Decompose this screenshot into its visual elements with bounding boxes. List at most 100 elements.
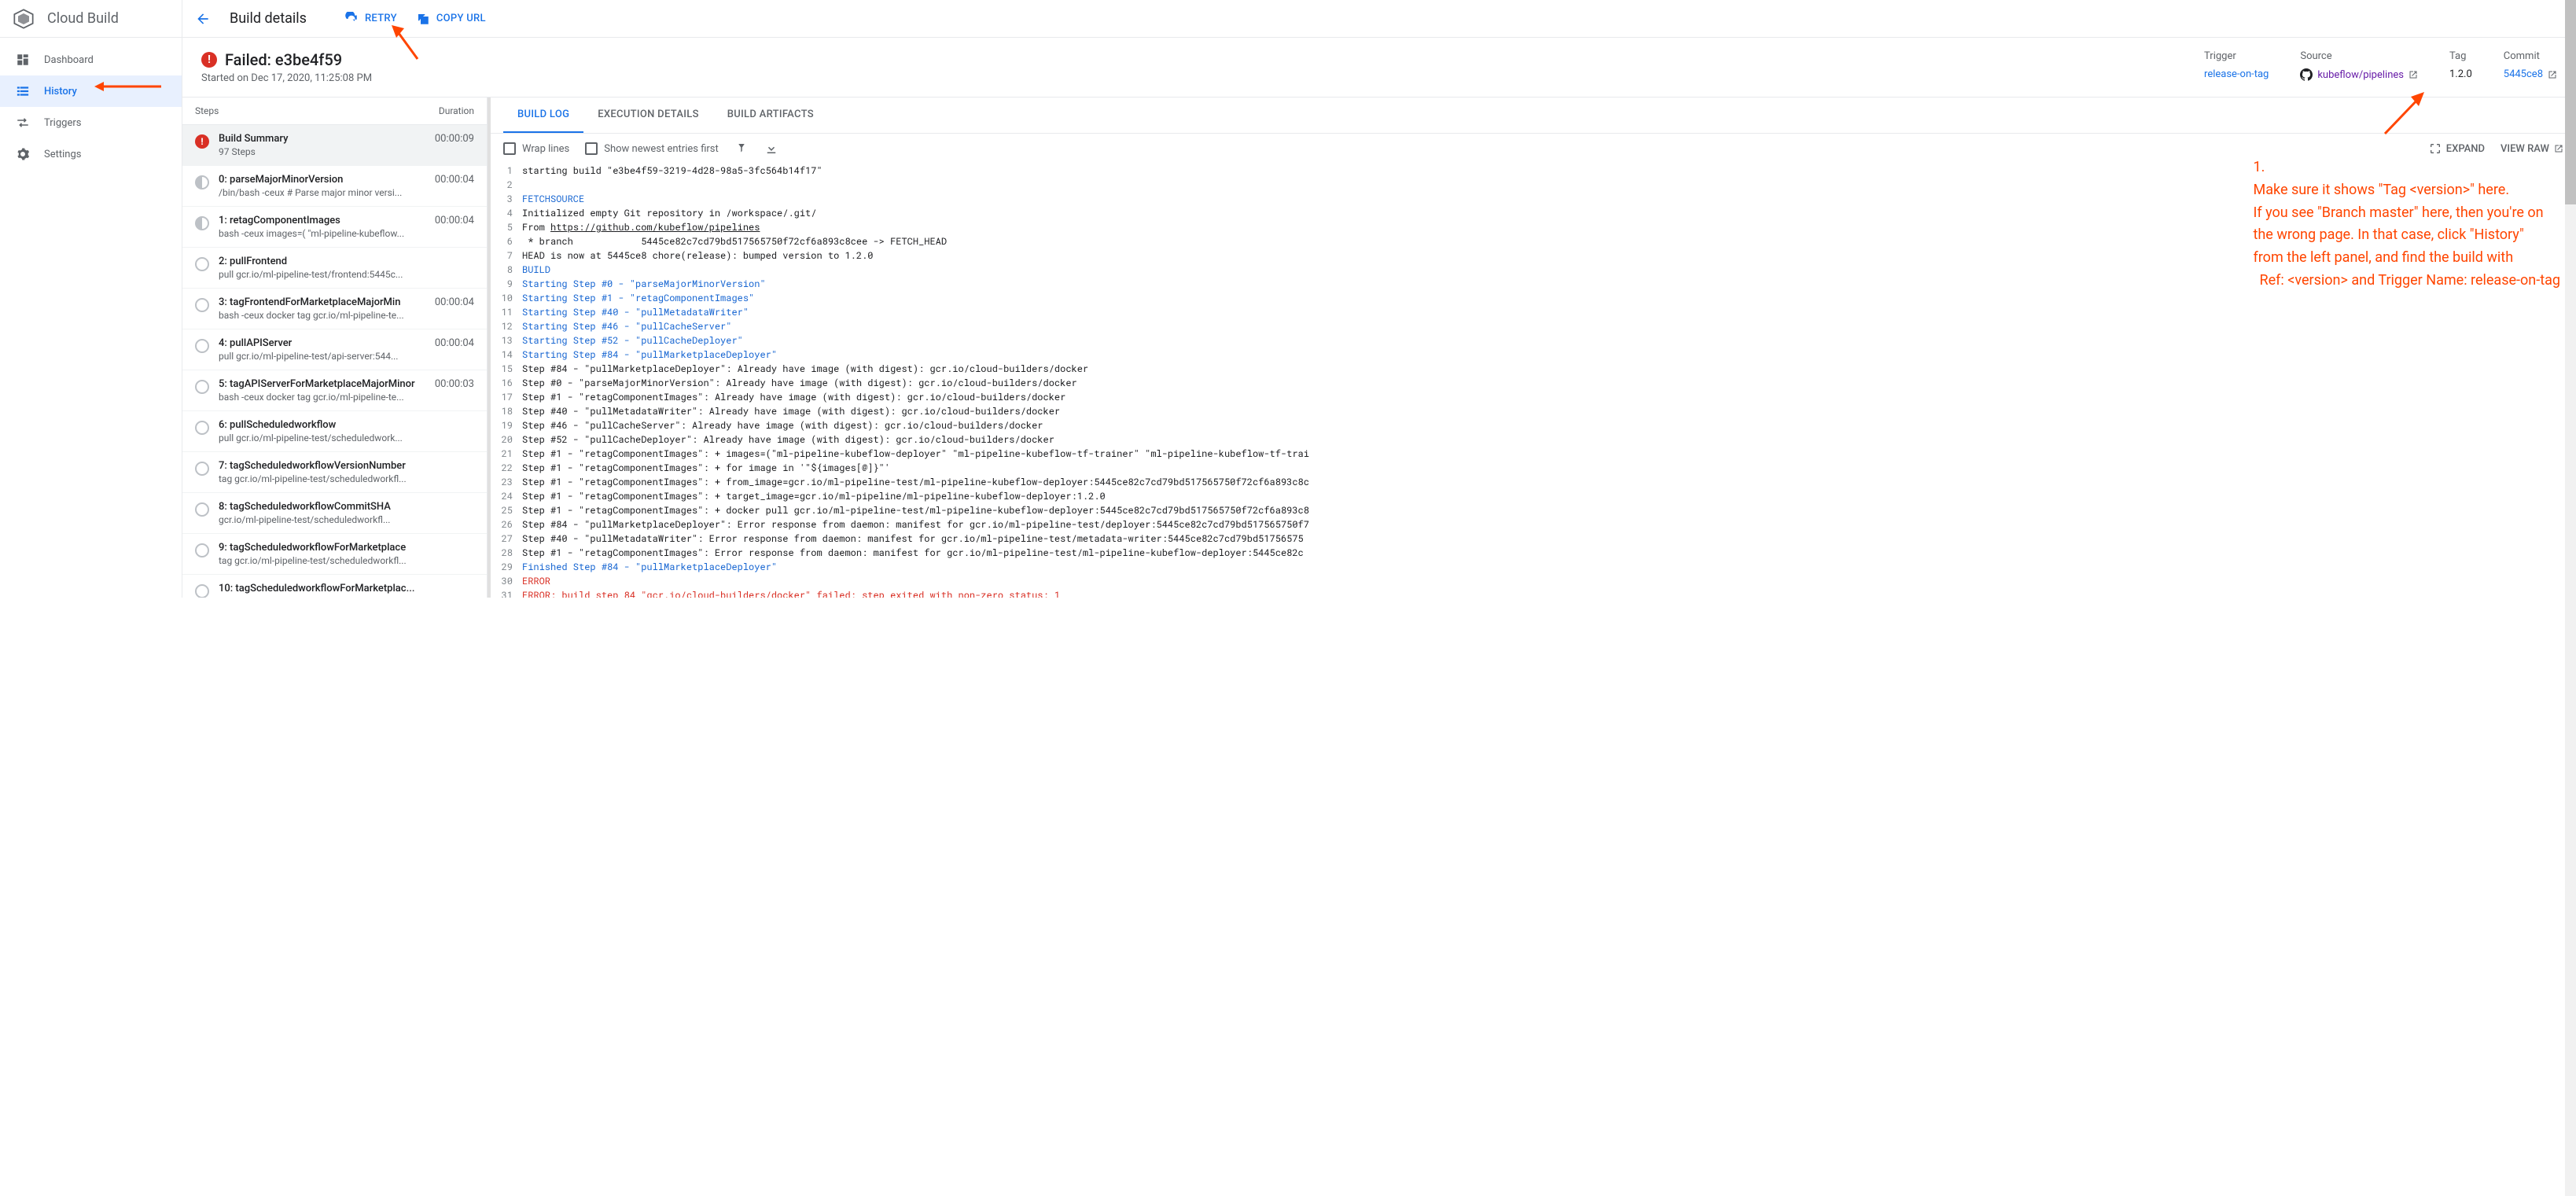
nav-label: Dashboard <box>44 54 94 66</box>
annotation-arrow <box>2381 90 2428 138</box>
build-summary-row[interactable]: ! Build Summary 97 Steps 00:00:09 <box>182 125 487 166</box>
step-row[interactable]: 6: pullScheduledworkflowpull gcr.io/ml-p… <box>182 411 487 452</box>
back-button[interactable] <box>195 11 211 27</box>
nav-settings[interactable]: Settings <box>0 138 182 170</box>
annotation-arrow <box>94 79 165 94</box>
external-icon <box>2554 144 2563 153</box>
step-row[interactable]: 2: pullFrontendpull gcr.io/ml-pipeline-t… <box>182 248 487 289</box>
step-name: 8: tagScheduledworkflowCommitSHA <box>219 501 465 513</box>
line-text: Step #84 - "pullMarketplaceDeployer": Al… <box>522 362 2576 376</box>
step-row[interactable]: 7: tagScheduledworkflowVersionNumbertag … <box>182 452 487 493</box>
build-summary-sub: 97 Steps <box>219 146 425 157</box>
working-icon <box>195 175 209 190</box>
step-row[interactable]: 5: tagAPIServerForMarketplaceMajorMinorb… <box>182 370 487 411</box>
nav-label: History <box>44 86 77 98</box>
status-title: Failed: e3be4f59 <box>225 50 342 69</box>
step-name: 4: pullAPIServer <box>219 337 425 349</box>
tag-label: Tag <box>2449 50 2472 62</box>
meta: Trigger release-on-tag Source kubeflow/p… <box>2204 50 2557 84</box>
log-body[interactable]: 1starting build "e3be4f59-3219-4d28-98a5… <box>491 164 2576 598</box>
summary: ! Failed: e3be4f59 Started on Dec 17, 20… <box>182 38 2576 98</box>
log-line: 17Step #1 - "retagComponentImages": Alre… <box>491 390 2576 404</box>
line-number: 2 <box>491 178 522 192</box>
filter-icon[interactable] <box>734 142 749 156</box>
step-row[interactable]: 1: retagComponentImagesbash -ceux images… <box>182 207 487 248</box>
log-line: 19Step #46 - "pullCacheServer": Already … <box>491 418 2576 432</box>
log-line: 23Step #1 - "retagComponentImages": + fr… <box>491 475 2576 489</box>
line-number: 27 <box>491 532 522 546</box>
trigger-link[interactable]: release-on-tag <box>2204 68 2269 80</box>
pending-icon <box>195 502 209 517</box>
main: Build details RETRY COPY URL ! Failed: e… <box>182 0 2576 598</box>
step-row[interactable]: 10: tagScheduledworkflowForMarketplac...… <box>182 575 487 598</box>
log-line: 14Starting Step #84 - "pullMarketplaceDe… <box>491 348 2576 362</box>
line-text: starting build "e3be4f59-3219-4d28-98a5-… <box>522 164 2576 178</box>
log-line: 28Step #1 - "retagComponentImages": Erro… <box>491 546 2576 560</box>
tab-build-log[interactable]: BUILD LOG <box>503 98 583 133</box>
view-raw-button[interactable]: VIEW RAW <box>2501 143 2563 155</box>
source-link[interactable]: kubeflow/pipelines <box>2317 69 2404 81</box>
tab-build-artifacts[interactable]: BUILD ARTIFACTS <box>713 98 828 133</box>
step-sub: /bin/bash -ceux # Parse major minor vers… <box>219 187 425 198</box>
line-number: 10 <box>491 291 522 305</box>
line-number: 26 <box>491 517 522 532</box>
line-text: Step #40 - "pullMetadataWriter": Error r… <box>522 532 2576 546</box>
step-row[interactable]: 4: pullAPIServer pull gcr.io/ml-pipeline-… <box>182 329 487 370</box>
expand-button[interactable]: EXPAND <box>2429 142 2485 155</box>
line-text: ERROR: build step 84 "gcr.io/cloud-build… <box>522 588 2576 598</box>
log-line: 27Step #40 - "pullMetadataWriter": Error… <box>491 532 2576 546</box>
step-row[interactable]: 8: tagScheduledworkflowCommitSHAgcr.io/m… <box>182 493 487 534</box>
log-line: 31ERROR: build step 84 "gcr.io/cloud-bui… <box>491 588 2576 598</box>
line-text: ERROR <box>522 574 2576 588</box>
nav-dashboard[interactable]: Dashboard <box>0 44 182 75</box>
step-row[interactable]: 0: parseMajorMinorVersion/bin/bash -ceux… <box>182 166 487 207</box>
step-sub: gcr.io/ml-pipeline-test/scheduledworkfl.… <box>219 514 465 525</box>
copy-label: COPY URL <box>436 13 486 24</box>
trigger-label: Trigger <box>2204 50 2269 62</box>
step-sub: bash -ceux docker tag gcr.io/ml-pipeline… <box>219 310 425 321</box>
line-text: From https://github.com/kubeflow/pipelin… <box>522 220 2576 234</box>
wrap-lines-checkbox[interactable]: Wrap lines <box>503 142 569 155</box>
newest-first-checkbox[interactable]: Show newest entries first <box>585 142 719 155</box>
log-line: 29Finished Step #84 - "pullMarketplaceDe… <box>491 560 2576 574</box>
pending-icon <box>195 584 209 598</box>
list-icon <box>16 84 30 98</box>
tab-execution-details[interactable]: EXECUTION DETAILS <box>583 98 712 133</box>
checkbox-icon <box>503 142 516 155</box>
line-number: 11 <box>491 305 522 319</box>
step-name: 9: tagScheduledworkflowForMarketplace <box>219 542 465 554</box>
line-text: BUILD <box>522 263 2576 277</box>
nav-triggers[interactable]: Triggers <box>0 107 182 138</box>
retry-button[interactable]: RETRY <box>344 12 397 26</box>
line-number: 5 <box>491 220 522 234</box>
pending-icon <box>195 543 209 558</box>
copy-url-button[interactable]: COPY URL <box>416 12 486 26</box>
annotation-arrow <box>390 24 421 63</box>
step-sub: pull gcr.io/ml-pipeline-test/api-server:… <box>219 351 425 362</box>
line-text: Step #1 - "retagComponentImages": Alread… <box>522 390 2576 404</box>
commit-label: Commit <box>2504 50 2557 62</box>
pending-icon <box>195 298 209 312</box>
page-title: Build details <box>230 10 307 27</box>
line-number: 16 <box>491 376 522 390</box>
commit-link[interactable]: 5445ce8 <box>2504 68 2543 80</box>
line-text: Starting Step #52 - "pullCacheDeployer" <box>522 333 2576 348</box>
step-row[interactable]: 9: tagScheduledworkflowForMarketplacetag… <box>182 534 487 575</box>
line-number: 6 <box>491 234 522 248</box>
line-text: Step #84 - "pullMarketplaceDeployer": Er… <box>522 517 2576 532</box>
step-sub: pull gcr.io/ml-pipeline-test/frontend:54… <box>219 269 465 280</box>
pending-icon <box>195 421 209 435</box>
step-row[interactable]: 3: tagFrontendForMarketplaceMajorMinbash… <box>182 289 487 329</box>
download-icon[interactable] <box>764 142 778 156</box>
line-number: 17 <box>491 390 522 404</box>
step-sub: tag gcr.io/ml-pipeline-test/scheduledwor… <box>219 473 465 484</box>
line-number: 9 <box>491 277 522 291</box>
line-text: Step #1 - "retagComponentImages": + from… <box>522 475 2576 489</box>
step-name: 0: parseMajorMinorVersion <box>219 174 425 186</box>
scrollbar-thumb[interactable] <box>2565 0 2576 204</box>
step-duration: 00:00:03 <box>435 378 474 390</box>
log-line: 2 <box>491 178 2576 192</box>
nav-label: Settings <box>44 149 81 160</box>
line-text: Step #1 - "retagComponentImages": + targ… <box>522 489 2576 503</box>
step-sub: pull gcr.io/ml-pipeline-test/scheduledwo… <box>219 432 465 443</box>
